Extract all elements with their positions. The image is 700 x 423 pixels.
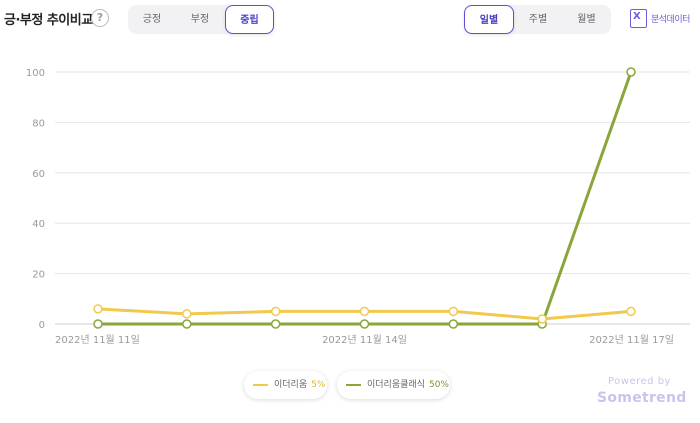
x-tick-label: 2022년 11월 14일 [322,334,407,346]
line-chart: 020406080100 2022년 11월 11일 2022년 11월 14일 2… [26,67,690,346]
grid-lines [55,71,690,325]
legend-item-ethereum-classic[interactable]: 이더리움클래식 50% [337,371,450,399]
data-point[interactable] [626,306,636,317]
y-tick-label: 80 [32,118,45,129]
brand-logo: Sometrend [597,390,687,406]
legend-label-ethereum-classic: 이더리움클래식 [367,380,425,390]
y-tick-label: 60 [32,169,45,180]
x-tick-label: 2022년 11월 17일 [589,334,674,346]
data-point[interactable] [626,67,636,77]
powered-by-label: Powered by [608,376,671,387]
y-tick-label: 100 [26,68,45,79]
series-line-1 [96,70,633,326]
data-point[interactable] [359,319,370,329]
y-axis-ticks: 0 20 40 60 80 100 [26,68,45,331]
legend-marker-ethereum [253,384,268,386]
data-point[interactable] [93,304,103,314]
data-point[interactable] [359,306,370,317]
legend-share-ethereum: 5% [311,380,326,390]
data-point[interactable] [448,319,459,329]
data-point[interactable] [182,319,192,329]
x-axis-ticks: 2022년 11월 11일 2022년 11월 14일 2022년 11월 17일 [55,334,674,346]
series-lines [93,67,636,329]
data-point[interactable] [448,306,459,317]
legend-marker-ethereum-classic [346,384,361,386]
legend-label-ethereum: 이더리움 [274,380,308,390]
data-point[interactable] [270,319,281,329]
data-point[interactable] [537,314,547,324]
data-point[interactable] [182,309,192,319]
legend-item-ethereum[interactable]: 이더리움 5% [244,371,327,399]
legend-share-ethereum-classic: 50% [428,380,449,390]
y-tick-label: 0 [39,320,45,331]
data-point[interactable] [270,306,281,317]
y-tick-label: 20 [32,270,45,281]
x-tick-label: 2022년 11월 11일 [55,334,140,346]
y-tick-label: 40 [32,219,45,230]
data-point[interactable] [93,319,103,329]
